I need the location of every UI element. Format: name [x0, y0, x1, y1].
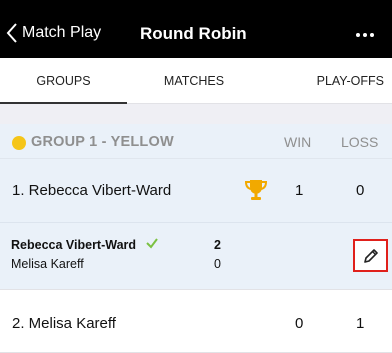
- back-label: Match Play: [22, 24, 102, 41]
- group-title: GROUP 1 - YELLOW: [31, 134, 174, 150]
- player-name: 2. Melisa Kareff: [12, 315, 116, 332]
- standing-row[interactable]: 2. Melisa Kareff 0 1: [0, 289, 392, 353]
- match-player1-name: Rebecca Vibert-Ward: [11, 238, 137, 252]
- column-header-loss: LOSS: [341, 134, 379, 150]
- match-player2-score: 0: [214, 257, 221, 271]
- match-result: Rebecca Vibert-Ward 2 Melisa Kareff 0: [0, 222, 392, 289]
- top-nav-bar: Match Play Round Robin: [0, 0, 392, 58]
- match-player1-score: 2: [214, 238, 221, 252]
- group-header: GROUP 1 - YELLOW WIN LOSS: [0, 124, 392, 158]
- match-player2-name: Melisa Kareff: [11, 257, 84, 271]
- column-header-win: WIN: [284, 134, 312, 150]
- standing-row[interactable]: 1. Rebecca Vibert-Ward 1 0: [0, 158, 392, 222]
- tab-play-offs[interactable]: PLAY-OFFS: [261, 58, 392, 104]
- tab-bar: GROUPS MATCHES PLAY-OFFS: [0, 58, 392, 104]
- tab-groups[interactable]: GROUPS: [0, 58, 127, 104]
- tennis-ball-icon: [12, 136, 26, 150]
- edit-match-button[interactable]: [353, 239, 388, 272]
- player-name: 1. Rebecca Vibert-Ward: [12, 182, 172, 199]
- win-count: 0: [295, 315, 304, 332]
- check-icon: [146, 238, 158, 249]
- loss-count: 1: [356, 315, 365, 332]
- chevron-left-icon: [6, 23, 17, 43]
- loss-count: 0: [356, 182, 365, 199]
- pencil-icon: [363, 248, 378, 263]
- tab-matches[interactable]: MATCHES: [127, 58, 261, 104]
- page-title: Round Robin: [140, 24, 247, 43]
- active-tab-indicator: [0, 102, 127, 104]
- more-icon[interactable]: [356, 33, 374, 37]
- win-count: 1: [295, 182, 304, 199]
- back-button[interactable]: Match Play: [6, 21, 101, 45]
- trophy-icon: [244, 180, 268, 200]
